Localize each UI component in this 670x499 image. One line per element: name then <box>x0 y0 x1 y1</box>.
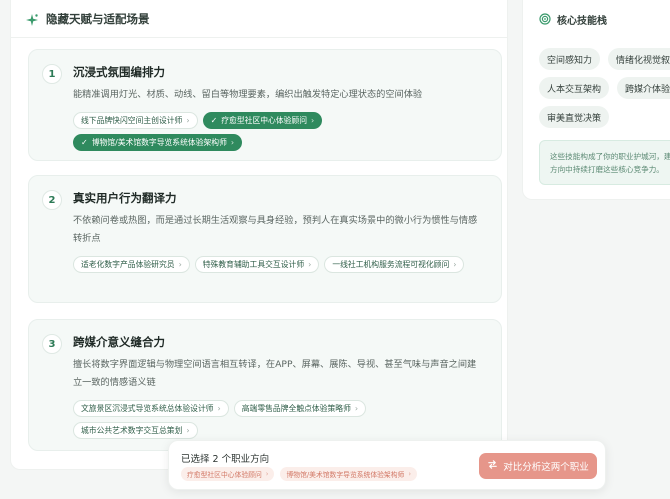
skill-tag: 人本交互架构 <box>539 77 610 99</box>
chip-label: 博物馆/美术馆数字导览系统体验架构师 <box>286 471 405 479</box>
career-chip[interactable]: 高端零售品牌全触点体验策略师 › <box>233 400 367 417</box>
career-chip[interactable]: 特殊教育辅助工具交互设计师 › <box>194 256 320 273</box>
skill-tag: 情绪化视觉叙事 <box>608 48 670 70</box>
panel-title: 隐藏天赋与适配场景 <box>46 12 150 26</box>
panel-header: 隐藏天赋与适配场景 <box>25 10 150 28</box>
chevron-right-icon: › <box>178 260 182 269</box>
chevron-right-icon: › <box>311 116 315 125</box>
chevron-right-icon: › <box>354 404 359 413</box>
selected-careers: 疗愈型社区中心体验顾问 › 博物馆/美术馆数字导览系统体验架构师 › <box>181 467 418 481</box>
compare-button[interactable]: 对比分析这两个职业 <box>479 453 597 479</box>
chip-label: 高端零售品牌全触点体验策略师 <box>241 404 351 413</box>
target-icon <box>539 10 551 29</box>
card-description: 能精准调用灯光、材质、动线、留白等物理要素，编织出触发特定心理状态的空间体验 <box>73 89 423 100</box>
card-description: 不依赖问卷或热图，而是通过长期生活观察与具身经验，预判人在真实场景中的微小行为惯… <box>73 215 478 244</box>
card-description: 擅长将数字界面逻辑与物理空间语言相互转译，在APP、屏幕、展陈、导视、甚至气味与… <box>73 359 477 388</box>
chip-label: 特殊教育辅助工具交互设计师 <box>202 260 305 269</box>
career-chip[interactable]: 一线社工机构服务流程可视化顾问 › <box>324 256 465 273</box>
chip-label: 博物馆/美术馆数字导览系统体验架构师 <box>91 138 227 147</box>
check-icon: ✓ <box>210 116 218 125</box>
card-number: 2 <box>42 190 62 210</box>
check-icon: ✓ <box>81 138 88 147</box>
chip-label: 疗愈型社区中心体验顾问 <box>187 471 262 479</box>
chip-label: 一线社工机构服务流程可视化顾问 <box>332 260 450 269</box>
chevron-right-icon: › <box>308 260 312 269</box>
card-title: 跨媒介意义缝合力 <box>73 335 165 349</box>
career-chips: 线下品牌快闪空间主创设计师 › ✓ 疗愈型社区中心体验顾问 › ✓ 博物馆/美术… <box>73 112 493 151</box>
talents-panel: 隐藏天赋与适配场景 1 沉浸式氛围编排力 能精准调用灯光、材质、动线、留白等物理… <box>10 0 508 470</box>
chip-label: 疗愈型社区中心体验顾问 <box>221 116 308 125</box>
career-chip-selected[interactable]: ✓ 疗愈型社区中心体验顾问 › <box>202 112 323 129</box>
skills-note: 这些技能构成了你的职业护城河，建议在新方向中持续打磨这些核心竞争力。 <box>539 140 670 185</box>
chevron-right-icon: › <box>265 470 269 478</box>
skills-title: 核心技能栈 <box>557 16 607 27</box>
selected-career-chip[interactable]: 疗愈型社区中心体验顾问 › <box>181 467 275 481</box>
skill-tag: 跨媒介体验设计 <box>617 77 670 99</box>
career-chip[interactable]: 文旅景区沉浸式导览系统总体验设计师 › <box>73 400 229 417</box>
chevron-right-icon: › <box>230 138 235 147</box>
skill-tag: 空间感知力 <box>539 48 601 70</box>
skills-panel: 核心技能栈 空间感知力 情绪化视觉叙事 人本交互架构 跨媒介体验设计 审美直觉决… <box>522 0 670 200</box>
career-chip[interactable]: 线下品牌快闪空间主创设计师 › <box>73 112 198 129</box>
chip-label: 文旅景区沉浸式导览系统总体验设计师 <box>81 404 214 413</box>
chevron-right-icon: › <box>408 470 412 478</box>
talent-card-3: 3 跨媒介意义缝合力 擅长将数字界面逻辑与物理空间语言相互转译，在APP、屏幕、… <box>28 319 502 451</box>
career-chip[interactable]: 城市公共艺术数字交互总策划 › <box>73 422 198 439</box>
skill-tag: 审美直觉决策 <box>539 106 610 128</box>
compare-icon <box>487 459 498 473</box>
selection-bar: 已选择 2 个职业方向 疗愈型社区中心体验顾问 › 博物馆/美术馆数字导览系统体… <box>168 440 606 490</box>
chip-label: 线下品牌快闪空间主创设计师 <box>81 116 183 125</box>
compare-button-label: 对比分析这两个职业 <box>503 462 589 473</box>
card-title: 沉浸式氛围编排力 <box>73 65 165 79</box>
chip-label: 城市公共艺术数字交互总策划 <box>81 426 183 435</box>
selection-count-label: 已选择 2 个职业方向 <box>181 454 270 465</box>
card-number: 1 <box>42 64 62 84</box>
chevron-right-icon: › <box>186 426 190 435</box>
chevron-right-icon: › <box>453 260 457 269</box>
card-title: 真实用户行为翻译力 <box>73 191 177 205</box>
career-chip-selected[interactable]: ✓ 博物馆/美术馆数字导览系统体验架构师 › <box>73 134 243 151</box>
divider <box>11 37 507 38</box>
chip-label: 适老化数字产品体验研究员 <box>81 260 175 269</box>
chevron-right-icon: › <box>186 116 190 125</box>
chevron-right-icon: › <box>217 404 221 413</box>
sparkle-icon <box>25 12 39 26</box>
card-number: 3 <box>42 334 62 354</box>
selected-career-chip[interactable]: 博物馆/美术馆数字导览系统体验架构师 › <box>280 467 418 481</box>
talent-card-2: 2 真实用户行为翻译力 不依赖问卷或热图，而是通过长期生活观察与具身经验，预判人… <box>28 175 502 303</box>
skill-tags: 空间感知力 情绪化视觉叙事 人本交互架构 跨媒介体验设计 审美直觉决策 <box>539 48 670 128</box>
career-chips: 文旅景区沉浸式导览系统总体验设计师 › 高端零售品牌全触点体验策略师 › 城市公… <box>73 400 493 439</box>
career-chips: 适老化数字产品体验研究员 › 特殊教育辅助工具交互设计师 › 一线社工机构服务流… <box>73 256 493 273</box>
career-chip[interactable]: 适老化数字产品体验研究员 › <box>73 256 190 273</box>
talent-card-1: 1 沉浸式氛围编排力 能精准调用灯光、材质、动线、留白等物理要素，编织出触发特定… <box>28 49 502 161</box>
skills-header: 核心技能栈 <box>539 10 607 29</box>
